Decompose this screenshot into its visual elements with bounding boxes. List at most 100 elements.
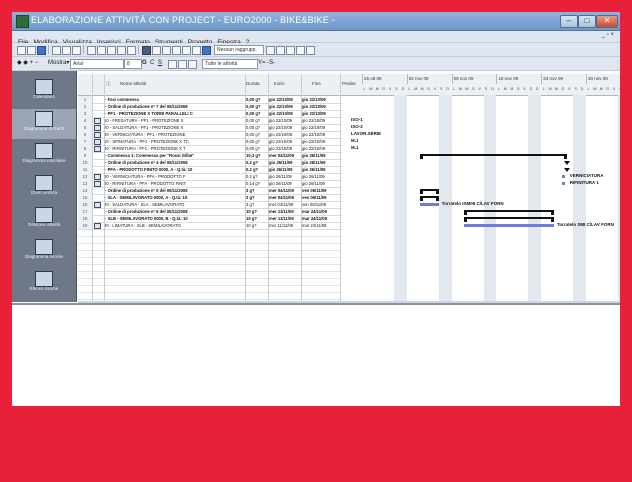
task-start[interactable]: mer 04/11/09 (269, 201, 301, 208)
task-duration[interactable]: 0,14 g? (246, 180, 268, 187)
task-name[interactable]: − Commessa 1: Commessa per "Rossi Gilbe" (104, 152, 244, 159)
task-name[interactable]: − SLA - SEMILAVORATO 0000, A - Q.tà: 10 (104, 194, 244, 201)
viewbar-item[interactable]: Gestione attività (12, 205, 76, 235)
viewbar-item[interactable]: Elenco risorse (12, 269, 76, 299)
assign-resources-icon[interactable] (202, 46, 211, 55)
task-bar[interactable] (562, 175, 566, 178)
bold-button[interactable]: G (142, 59, 147, 68)
task-duration[interactable]: 3 g? (246, 201, 268, 208)
task-start[interactable]: gio 22/10/09 (269, 103, 301, 110)
viewbar-item[interactable]: Diagramma risorse (12, 237, 76, 267)
show-combo[interactable]: Mostra▾ (48, 59, 69, 68)
task-finish[interactable]: gio 26/11/09 (302, 173, 340, 180)
align-center-icon[interactable] (178, 60, 187, 69)
task-start[interactable]: mer 04/11/09 (269, 194, 301, 201)
task-start[interactable]: gio 22/10/09 (269, 138, 301, 145)
filter-combo[interactable]: Tutte le attività (202, 59, 258, 69)
task-finish[interactable]: gio 22/10/09 (302, 110, 340, 117)
task-name[interactable]: − Ordine di produzione nº 6 del 05/11/20… (104, 208, 244, 215)
task-start[interactable]: gio 26/11/09 (269, 180, 301, 187)
underline-button[interactable]: S (158, 59, 162, 68)
task-finish[interactable]: gio 22/10/09 (302, 124, 340, 131)
summary-bar[interactable] (563, 168, 570, 172)
task-duration[interactable]: 0,2 g? (246, 159, 268, 166)
task-duration[interactable]: 0,00 g? (246, 110, 268, 117)
new-icon[interactable] (17, 46, 26, 55)
task-start[interactable]: mer 04/11/09 (269, 152, 301, 159)
task-start[interactable]: gio 22/10/09 (269, 131, 301, 138)
task-finish[interactable]: mar 24/11/09 (302, 222, 340, 229)
task-name[interactable]: − SLB - SEMILAVORATO 0000, B - Q.tà: 10 (104, 215, 244, 222)
task-start[interactable]: gio 22/10/09 (269, 124, 301, 131)
font-combo[interactable]: Arial (70, 59, 124, 69)
task-start[interactable]: gio 26/11/09 (269, 166, 301, 173)
task-finish[interactable]: mar 24/11/09 (302, 208, 340, 215)
summary-bar[interactable] (419, 189, 439, 194)
autofilter-button[interactable]: Y= -S- (258, 59, 275, 68)
save-icon[interactable] (37, 46, 46, 55)
task-duration[interactable]: 0,00 g? (246, 145, 268, 152)
task-finish[interactable]: ven 06/11/09 (302, 194, 340, 201)
task-finish[interactable]: ven 06/11/09 (302, 201, 340, 208)
task-duration[interactable]: 10,3 g? (246, 152, 268, 159)
task-bar[interactable] (562, 182, 566, 185)
task-finish[interactable]: gio 22/10/09 (302, 103, 340, 110)
italic-button[interactable]: C (150, 59, 154, 68)
copy-icon[interactable] (97, 46, 106, 55)
summary-bar[interactable] (419, 154, 567, 159)
task-name[interactable]: − Fasi commessa (104, 96, 244, 103)
summary-bar[interactable] (464, 210, 554, 215)
task-finish[interactable]: gio 22/10/09 (302, 117, 340, 124)
task-duration[interactable]: 0,00 g? (246, 124, 268, 131)
header-name[interactable]: Nome attività (120, 81, 146, 86)
preview-icon[interactable] (62, 46, 71, 55)
task-name[interactable]: 50 - SPINATURA - PF1 - PROTEZIONE X TC (104, 138, 244, 145)
maximize-button[interactable]: □ (578, 15, 596, 28)
link-tasks-icon[interactable] (152, 46, 161, 55)
task-name[interactable]: − Ordine di produzione nº 4 del 05/11/20… (104, 159, 244, 166)
task-start[interactable]: gio 26/11/09 (269, 173, 301, 180)
summary-bar[interactable] (464, 217, 554, 222)
task-finish[interactable]: gio 22/10/09 (302, 96, 340, 103)
split-task-icon[interactable] (172, 46, 181, 55)
task-name[interactable]: 30 - VERNICIATURA - PFA - PRODOTTO F (104, 173, 244, 180)
viewbar-item[interactable]: Gantt verifica (12, 173, 76, 203)
task-duration[interactable]: 0,00 g? (246, 117, 268, 124)
task-finish[interactable]: gio 22/10/09 (302, 138, 340, 145)
zoom-out-icon[interactable] (276, 46, 285, 55)
task-duration[interactable]: 3 g? (246, 194, 268, 201)
task-finish[interactable]: gio 22/10/09 (302, 131, 340, 138)
group-by-combo[interactable]: Nessun raggrupp. (214, 45, 264, 55)
task-name[interactable]: 30 - VERNICIATURA - PF1 - PROTEZIONE (104, 131, 244, 138)
hyperlink-icon[interactable] (142, 46, 151, 55)
header-duration[interactable]: Durata (246, 81, 260, 86)
task-name[interactable]: − Ordine di produzione nº 5 del 05/11/20… (104, 187, 244, 194)
task-finish[interactable]: gio 22/10/09 (302, 145, 340, 152)
task-name[interactable]: 20 - SALDATURA - PF1 - PROTEZIONE X (104, 124, 244, 131)
format-painter-icon[interactable] (117, 46, 126, 55)
align-left-icon[interactable] (168, 60, 177, 69)
header-finish[interactable]: Fine (312, 81, 321, 86)
viewbar-item[interactable]: Diagramma reticolare (12, 141, 76, 171)
task-info-icon[interactable] (182, 46, 191, 55)
goto-task-icon[interactable] (286, 46, 295, 55)
task-name[interactable]: 10 - FRESATURA - PF1 - PROTEZIONE X (104, 117, 244, 124)
task-name[interactable]: 20 - SALDATURA - SLA - SEMILAVORATO (104, 201, 244, 208)
task-start[interactable]: gio 22/10/09 (269, 96, 301, 103)
task-finish[interactable]: gio 26/11/09 (302, 180, 340, 187)
task-duration[interactable]: 0,00 g? (246, 131, 268, 138)
task-duration[interactable]: 10 g? (246, 222, 268, 229)
task-finish[interactable]: ven 06/11/09 (302, 187, 340, 194)
task-duration[interactable]: 0,00 g? (246, 103, 268, 110)
task-start[interactable]: gio 22/10/09 (269, 117, 301, 124)
task-duration[interactable]: 0,00 g? (246, 138, 268, 145)
outline-arrows[interactable]: ◆ ◆ + − (17, 59, 38, 68)
summary-bar[interactable] (419, 196, 439, 201)
task-finish[interactable]: gio 26/11/09 (302, 166, 340, 173)
task-name[interactable]: − Ordine di produzione nº 7 del 05/11/20… (104, 103, 244, 110)
task-start[interactable]: gio 22/10/09 (269, 110, 301, 117)
task-start[interactable]: mer 04/11/09 (269, 187, 301, 194)
task-start[interactable]: mer 11/11/09 (269, 222, 301, 229)
open-icon[interactable] (27, 46, 36, 55)
document-window-controls[interactable]: _ ▫ × (602, 32, 614, 38)
